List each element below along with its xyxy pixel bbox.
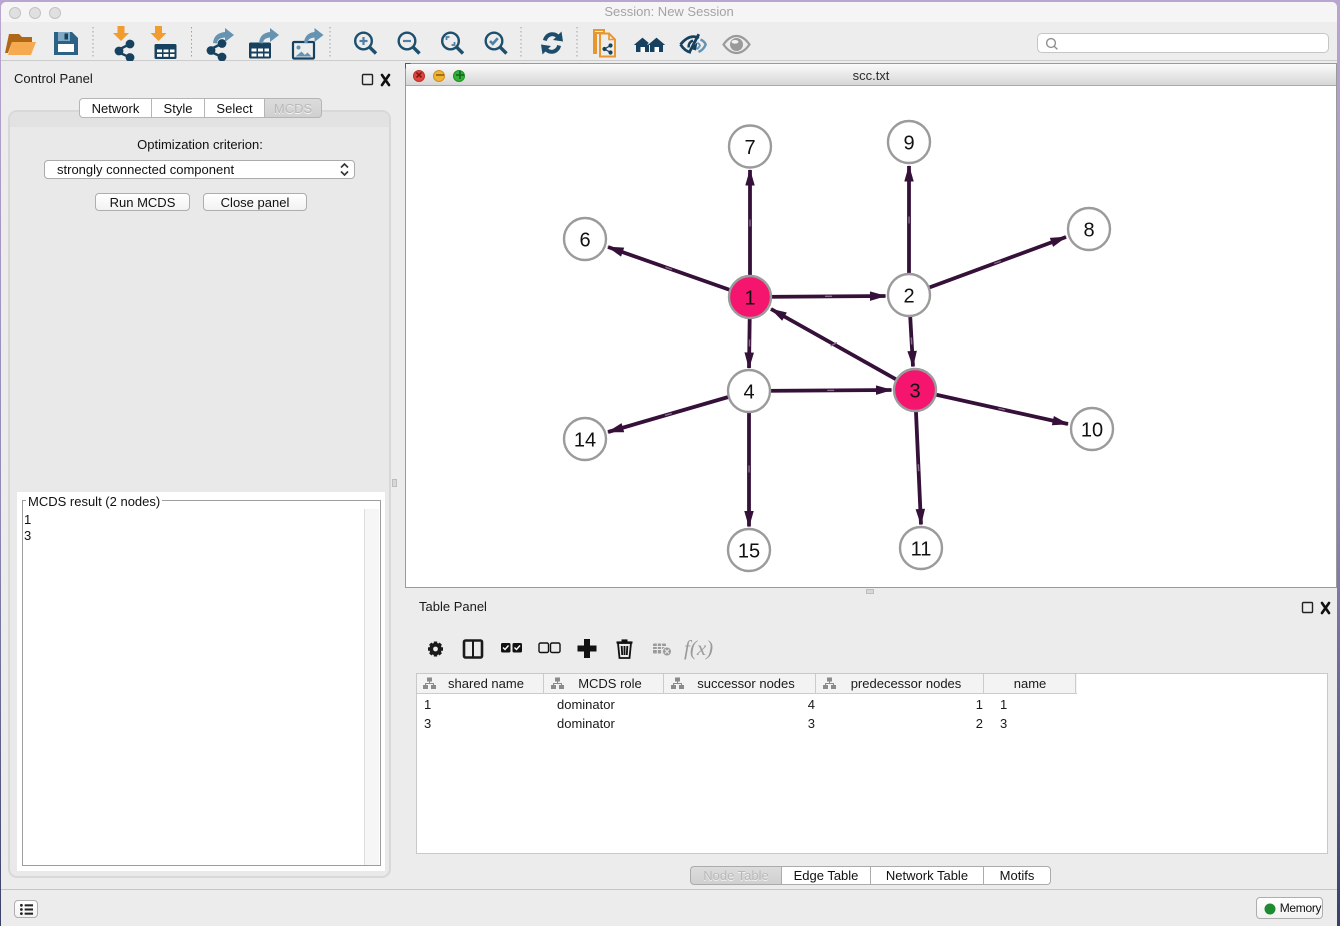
svg-text:f(x): f(x) [684,636,713,660]
svg-text:7: 7 [744,137,755,159]
svg-text:14: 14 [574,430,596,452]
svg-text:11: 11 [911,539,932,561]
svg-text:15: 15 [738,541,760,563]
svg-text:4: 4 [743,382,754,404]
svg-text:2: 2 [903,286,914,308]
svg-text:10: 10 [1081,420,1103,442]
svg-text:8: 8 [1083,220,1094,242]
svg-text:9: 9 [903,133,914,155]
svg-text:1: 1 [744,288,755,310]
svg-text:6: 6 [579,230,590,252]
svg-text:3: 3 [909,381,920,403]
